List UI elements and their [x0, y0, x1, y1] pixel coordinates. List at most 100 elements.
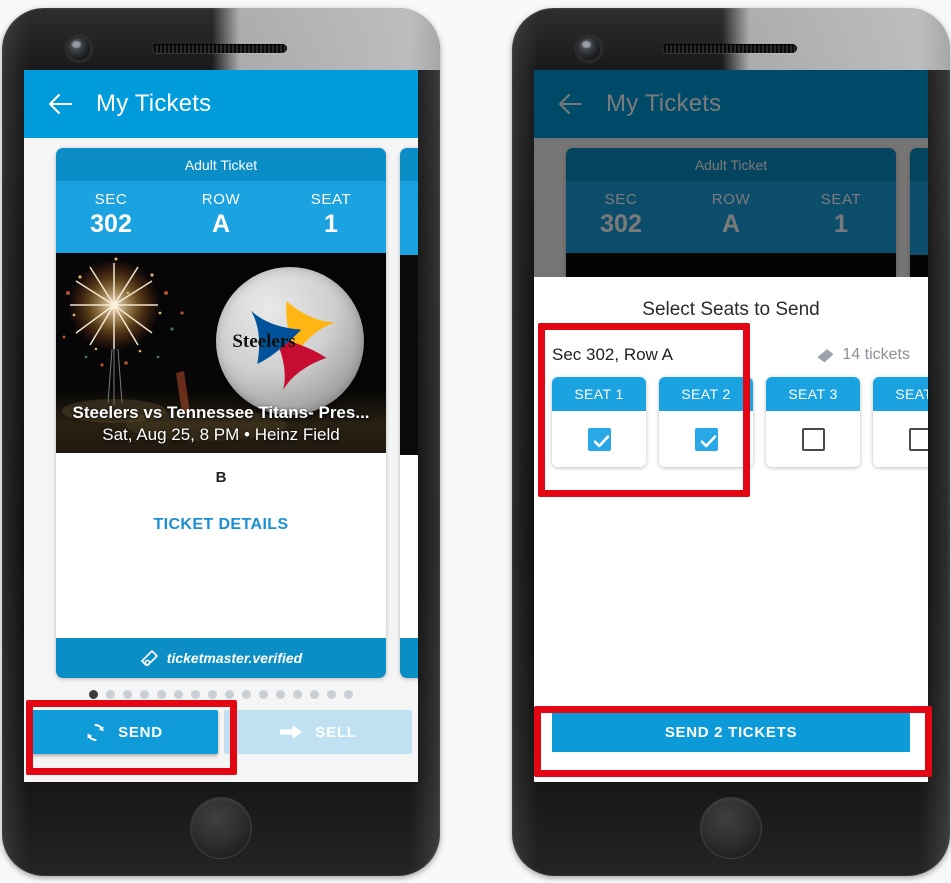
phone-screen-left: My Tickets Adult Ticket SEC 302 ROW A SE…: [24, 70, 418, 782]
sell-button-label: SELL: [315, 723, 357, 741]
pagination-dot[interactable]: [140, 690, 149, 699]
seat-checkbox-2[interactable]: [694, 427, 718, 451]
bezel-highlight: [212, 8, 440, 70]
seat-tile-label: SEAT 3: [766, 377, 860, 411]
ticket-seat-info-peek: [400, 181, 418, 255]
pagination-dot[interactable]: [208, 690, 217, 699]
seat-tile-2[interactable]: SEAT 2: [659, 377, 753, 467]
event-image-peek: [400, 255, 418, 455]
send-tickets-button[interactable]: SEND 2 TICKETS: [552, 712, 910, 752]
seat-tile-label: SEAT 1: [552, 377, 646, 411]
seat-label: SEAT: [310, 191, 352, 208]
phone-left: My Tickets Adult Ticket SEC 302 ROW A SE…: [2, 8, 440, 876]
back-arrow-icon[interactable]: [46, 90, 74, 118]
row-value: A: [211, 210, 231, 238]
pagination-dot[interactable]: [89, 690, 98, 699]
seat-checkbox-4[interactable]: [908, 427, 928, 451]
modal-footer: SEND 2 TICKETS: [534, 712, 928, 782]
arrow-right-icon: [279, 723, 303, 741]
earpiece-speaker: [662, 44, 797, 53]
seat-tile-body[interactable]: [552, 411, 646, 467]
carousel-pagination[interactable]: [24, 690, 418, 699]
app-bar: My Tickets: [24, 70, 418, 138]
send-button-label: SEND: [118, 723, 163, 741]
ticket-type-label-peek: [400, 148, 418, 181]
seat-tile-body[interactable]: [659, 411, 753, 467]
ticket-action-row: SEND SELL: [24, 710, 418, 754]
tickets-content: Adult Ticket SEC 302 ROW A SEAT: [24, 138, 418, 782]
ticket-field-sec: SEC 302: [56, 191, 166, 239]
phone-screen-right: My Tickets Adult Ticket SEC 302 ROW: [534, 70, 928, 782]
ticket-details-link[interactable]: TICKET DETAILS: [56, 516, 386, 534]
seat-tile-4[interactable]: SEAT 4: [873, 377, 928, 467]
verified-ticket-icon: [140, 650, 160, 666]
event-image: Steelers Steelers vs Tennessee Titans- P…: [56, 253, 386, 453]
ticket-card[interactable]: Adult Ticket SEC 302 ROW A SEAT 1 Steele…: [56, 148, 386, 678]
steelers-logo: Steelers: [216, 267, 364, 415]
front-camera-icon: [66, 36, 92, 62]
seat-checkbox-3[interactable]: [801, 427, 825, 451]
pagination-dot[interactable]: [327, 690, 336, 699]
send-button[interactable]: SEND: [30, 710, 218, 754]
steelers-hypocycloid-icon: Steelers: [232, 301, 336, 391]
seat-group-label: Sec 302, Row A: [552, 345, 673, 364]
ticket-field-row: ROW A: [166, 191, 276, 239]
barcode-label: B: [215, 469, 227, 486]
row-label: ROW: [201, 191, 241, 208]
ticket-count-label: 14 tickets: [842, 346, 910, 363]
earpiece-speaker: [152, 44, 287, 53]
pagination-dot[interactable]: [293, 690, 302, 699]
ticket-carousel[interactable]: Adult Ticket SEC 302 ROW A SEAT 1 Steele…: [24, 148, 418, 678]
verified-label: ticketmaster.verified: [166, 650, 303, 666]
pagination-dot[interactable]: [259, 690, 268, 699]
event-subtitle: Sat, Aug 25, 8 PM • Heinz Field: [102, 425, 340, 444]
pagination-dot[interactable]: [123, 690, 132, 699]
pagination-dot[interactable]: [174, 690, 183, 699]
pagination-dot[interactable]: [157, 690, 166, 699]
event-text: Steelers vs Tennessee Titans- Pres... Sa…: [56, 403, 386, 445]
verified-footer-peek: [400, 638, 418, 678]
ticket-card-next-peek[interactable]: [400, 148, 418, 678]
event-title: Steelers vs Tennessee Titans- Pres...: [72, 403, 370, 422]
pagination-dot[interactable]: [225, 690, 234, 699]
seat-value: 1: [324, 210, 338, 238]
ticket-type-label: Adult Ticket: [56, 148, 386, 181]
screenshot-stage: My Tickets Adult Ticket SEC 302 ROW A SE…: [0, 0, 951, 883]
page-title: My Tickets: [96, 90, 212, 117]
home-button[interactable]: [191, 798, 251, 858]
pagination-dot[interactable]: [276, 690, 285, 699]
pagination-dot[interactable]: [106, 690, 115, 699]
ticket-count: 14 tickets: [816, 346, 910, 364]
pagination-dot[interactable]: [310, 690, 319, 699]
sell-button[interactable]: SELL: [224, 710, 412, 754]
bezel-highlight: [722, 8, 950, 70]
seat-tile-body[interactable]: [766, 411, 860, 467]
seat-tile-body[interactable]: [873, 411, 928, 467]
ticket-stub-icon: [816, 348, 835, 363]
sync-arrows-icon: [85, 722, 106, 743]
modal-title: Select Seats to Send: [642, 299, 820, 320]
seat-tile-3[interactable]: SEAT 3: [766, 377, 860, 467]
ticket-seat-info: SEC 302 ROW A SEAT 1: [56, 181, 386, 253]
seat-group: Sec 302, Row A 14 tickets SEAT 1 SEAT 2 …: [534, 331, 928, 467]
steelers-wordmark: Steelers: [232, 331, 295, 352]
seat-tile-label: SEAT 4: [873, 377, 928, 411]
seat-tile-1[interactable]: SEAT 1: [552, 377, 646, 467]
pagination-dot[interactable]: [344, 690, 353, 699]
ticket-field-seat: SEAT 1: [276, 191, 386, 239]
seat-tile-list: SEAT 1 SEAT 2 SEAT 3 SEAT: [552, 377, 928, 467]
ticket-card-body-peek: [400, 455, 418, 638]
seat-tile-label: SEAT 2: [659, 377, 753, 411]
sec-label: SEC: [94, 191, 128, 208]
phone-right: My Tickets Adult Ticket SEC 302 ROW: [512, 8, 950, 876]
verified-footer: ticketmaster.verified: [56, 638, 386, 678]
ticket-card-body: B TICKET DETAILS: [56, 453, 386, 638]
home-button[interactable]: [701, 798, 761, 858]
sec-value: 302: [90, 210, 132, 238]
seat-checkbox-1[interactable]: [587, 427, 611, 451]
seat-group-header: Sec 302, Row A 14 tickets: [552, 345, 910, 365]
front-camera-icon: [576, 36, 602, 62]
pagination-dot[interactable]: [242, 690, 251, 699]
pagination-dot[interactable]: [191, 690, 200, 699]
select-seats-modal: Select Seats to Send Sec 302, Row A 14 t…: [534, 277, 928, 782]
